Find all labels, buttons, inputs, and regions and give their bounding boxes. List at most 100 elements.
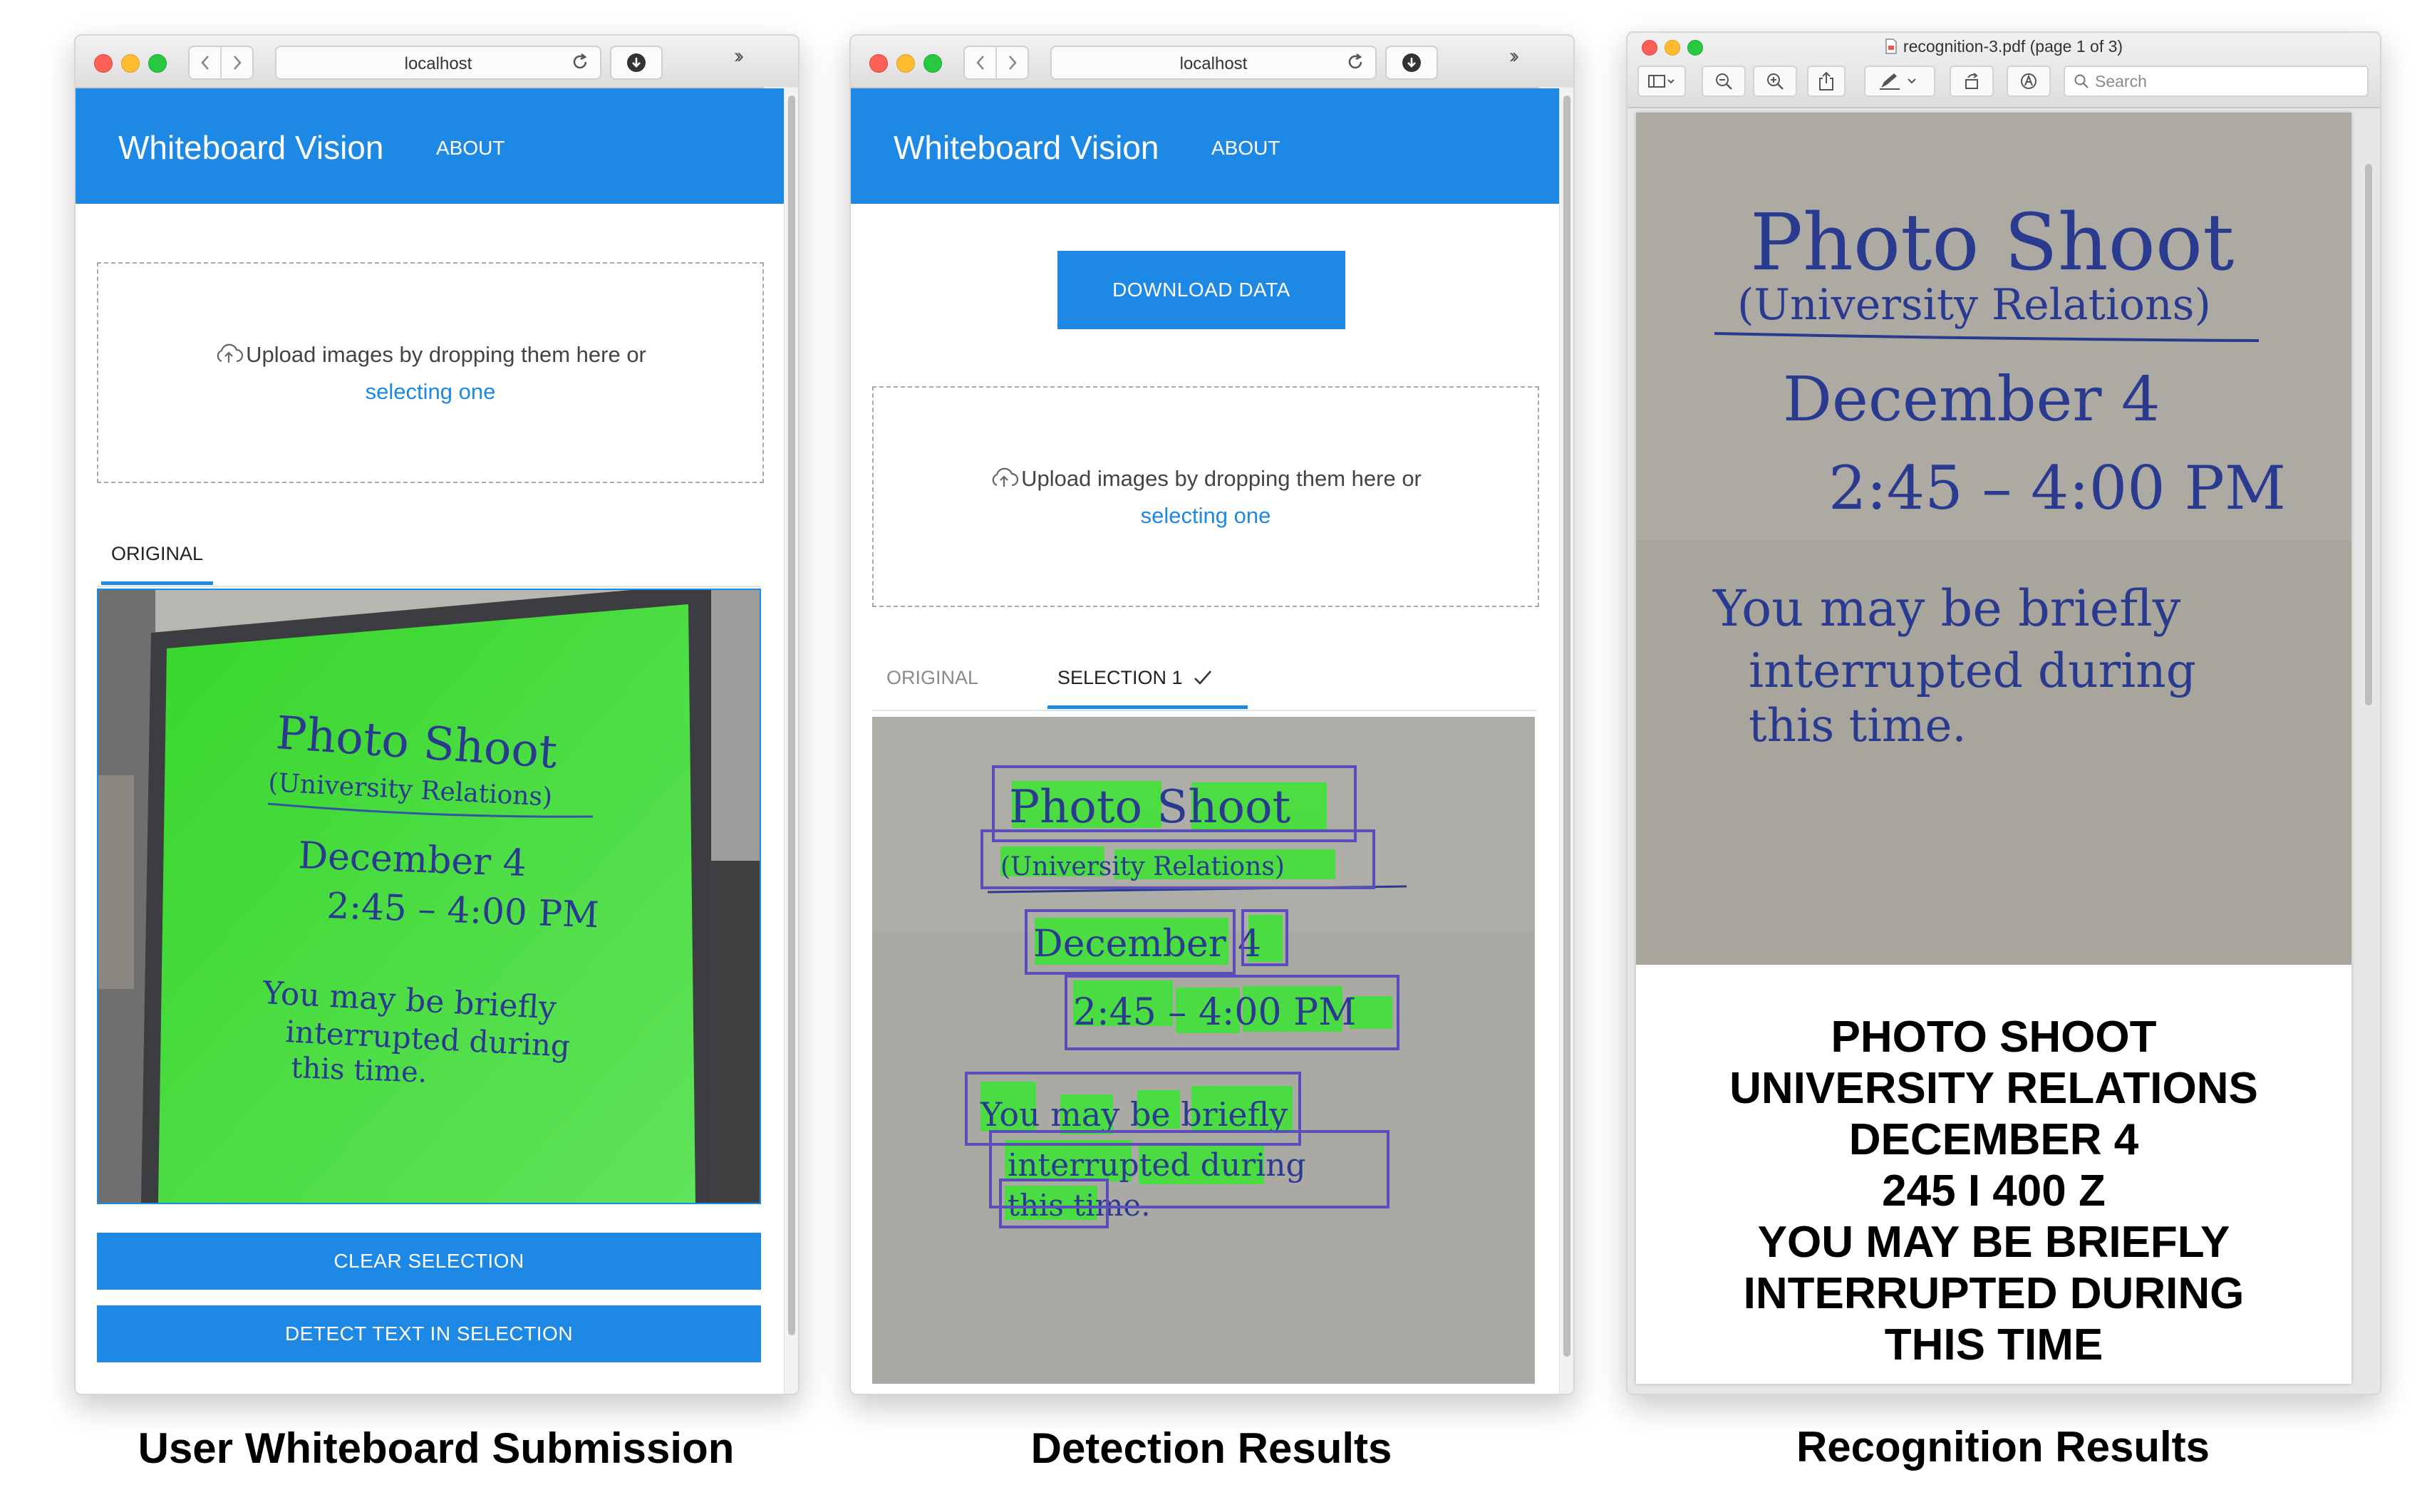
cloud-upload-icon bbox=[217, 343, 244, 363]
pdf-line2: (University Relations) bbox=[1737, 280, 2211, 330]
scrollbar[interactable] bbox=[784, 88, 798, 1394]
annotate-icon bbox=[2021, 73, 2037, 89]
share-icon bbox=[1819, 71, 1833, 90]
share-button[interactable] bbox=[1807, 66, 1846, 97]
rotate-button[interactable] bbox=[1950, 66, 1994, 97]
chevron-right-icon bbox=[233, 56, 242, 70]
pdf-line6: interrupted during bbox=[1749, 643, 2196, 698]
ocr-line: INTERRUPTED DURING bbox=[1743, 1269, 2245, 1318]
browser-window-detection: localhost ›› + Whiteboard Vision ABOUT D… bbox=[849, 34, 1575, 1395]
ocr-line: YOU MAY BE BRIEFLY bbox=[1757, 1218, 2230, 1267]
ocr-line: UNIVERSITY RELATIONS bbox=[1729, 1064, 2258, 1113]
search-placeholder: Search bbox=[2095, 71, 2147, 90]
upload-prompt: Upload images by dropping them here or bbox=[98, 342, 762, 368]
about-link[interactable]: ABOUT bbox=[436, 137, 504, 160]
detect-text-button[interactable]: DETECT TEXT IN SELECTION bbox=[97, 1305, 761, 1362]
tab-bar: ORIGINAL bbox=[97, 543, 761, 587]
scrollbar-thumb[interactable] bbox=[1563, 95, 1570, 1357]
rotate-icon bbox=[1965, 73, 1978, 89]
tab-selection-1[interactable]: SELECTION 1 bbox=[1047, 667, 1248, 709]
upload-prompt-text: Upload images by dropping them here or bbox=[246, 342, 646, 367]
tab-indicator bbox=[101, 581, 214, 585]
checkmark-icon bbox=[1194, 670, 1212, 685]
search-icon bbox=[2074, 74, 2089, 88]
zoom-window-button[interactable] bbox=[148, 54, 167, 73]
caption-detection: Detection Results bbox=[1030, 1424, 1392, 1472]
scrollbar-thumb[interactable] bbox=[2365, 164, 2372, 705]
whiteboard-photo: Photo Shoot (University Relations) Decem… bbox=[98, 590, 760, 1203]
scrollbar-thumb[interactable] bbox=[788, 95, 795, 1335]
download-icon bbox=[627, 53, 646, 72]
upload-dropzone[interactable]: Upload images by dropping them here or s… bbox=[97, 262, 764, 483]
zoom-window-button[interactable] bbox=[923, 54, 942, 73]
pdf-line7: this time. bbox=[1749, 700, 1967, 752]
url-text: localhost bbox=[404, 54, 472, 73]
nav-buttons bbox=[963, 46, 1029, 80]
url-text: localhost bbox=[1179, 54, 1248, 73]
markup-button[interactable] bbox=[1864, 66, 1935, 97]
clear-selection-button[interactable]: CLEAR SELECTION bbox=[97, 1233, 761, 1290]
caption-recognition: Recognition Results bbox=[1796, 1423, 2210, 1471]
close-window-button[interactable] bbox=[869, 54, 888, 73]
pen-icon bbox=[1880, 73, 1916, 90]
tab-original-label: ORIGINAL bbox=[886, 667, 979, 688]
file-title: recognition-3.pdf (page 1 of 3) bbox=[1903, 37, 2123, 56]
download-icon bbox=[1402, 53, 1421, 72]
tab-indicator bbox=[1047, 705, 1248, 709]
reload-icon[interactable] bbox=[1345, 52, 1365, 72]
zoom-in-button[interactable] bbox=[1753, 66, 1797, 97]
brand-title[interactable]: Whiteboard Vision bbox=[894, 128, 1159, 167]
cropped-whiteboard-image: Photo Shoot (University Relations) Decem… bbox=[1636, 113, 2351, 965]
det-line6: interrupted during bbox=[1008, 1147, 1306, 1184]
upload-prompt: Upload images by dropping them here or bbox=[874, 466, 1538, 492]
tab-original[interactable]: ORIGINAL bbox=[101, 543, 214, 585]
zoom-out-button[interactable] bbox=[1702, 66, 1746, 97]
pdf-line1: Photo Shoot bbox=[1750, 197, 2234, 288]
address-bar[interactable]: localhost bbox=[1050, 46, 1377, 80]
more-chevron-icon[interactable]: ›› bbox=[734, 44, 744, 68]
download-data-button[interactable]: DOWNLOAD DATA bbox=[1057, 251, 1345, 329]
tab-selection-label: SELECTION 1 bbox=[1057, 667, 1183, 688]
chevron-left-icon bbox=[200, 56, 209, 70]
forward-button[interactable] bbox=[220, 47, 252, 78]
scrollbar[interactable] bbox=[1559, 88, 1573, 1394]
original-image[interactable]: Photo Shoot (University Relations) Decem… bbox=[97, 589, 761, 1204]
tab-bar: ORIGINAL SELECTION 1 bbox=[872, 667, 1536, 711]
back-button[interactable] bbox=[965, 47, 995, 78]
tab-original[interactable]: ORIGINAL bbox=[886, 667, 978, 689]
detection-image[interactable]: Photo Shoot (University Relations) Decem… bbox=[872, 717, 1535, 1384]
zoom-in-icon bbox=[1767, 73, 1784, 90]
det-line2: (University Relations) bbox=[1000, 852, 1285, 881]
app-bar: Whiteboard Vision ABOUT bbox=[76, 88, 784, 204]
more-chevron-icon[interactable]: ›› bbox=[1509, 44, 1519, 68]
downloads-button[interactable] bbox=[610, 46, 663, 80]
address-bar[interactable]: localhost bbox=[275, 46, 601, 80]
sidebar-icon bbox=[1648, 75, 1675, 88]
scrollbar[interactable] bbox=[2361, 113, 2376, 1384]
window-title: recognition-3.pdf (page 1 of 3) bbox=[1627, 37, 2380, 56]
forward-button[interactable] bbox=[995, 47, 1028, 78]
app-bar: Whiteboard Vision ABOUT bbox=[851, 88, 1559, 204]
upload-dropzone[interactable]: Upload images by dropping them here or s… bbox=[872, 386, 1539, 607]
brand-title[interactable]: Whiteboard Vision bbox=[118, 128, 383, 167]
back-button[interactable] bbox=[190, 47, 220, 78]
browser-window-submission: localhost ›› + Whiteboard Vision ABOUT U… bbox=[74, 34, 799, 1395]
title-bar: localhost ›› bbox=[851, 36, 1573, 88]
title-bar: recognition-3.pdf (page 1 of 3) Search bbox=[1627, 33, 2380, 108]
select-file-link[interactable]: selecting one bbox=[874, 503, 1538, 529]
select-file-link[interactable]: selecting one bbox=[98, 379, 762, 405]
about-link[interactable]: ABOUT bbox=[1211, 137, 1280, 160]
sidebar-toggle-button[interactable] bbox=[1637, 66, 1686, 97]
search-field[interactable]: Search bbox=[2064, 66, 2369, 97]
det-line4: 2:45 – 4:00 PM bbox=[1073, 991, 1356, 1034]
reload-icon[interactable] bbox=[570, 52, 590, 72]
minimize-window-button[interactable] bbox=[121, 54, 140, 73]
pdf-line4: 2:45 – 4:00 PM bbox=[1828, 453, 2286, 523]
pdf-page: Photo Shoot (University Relations) Decem… bbox=[1636, 113, 2351, 1384]
downloads-button[interactable] bbox=[1385, 46, 1438, 80]
zoom-out-icon bbox=[1716, 73, 1732, 90]
minimize-window-button[interactable] bbox=[896, 54, 915, 73]
annotate-button[interactable] bbox=[2007, 66, 2051, 97]
close-window-button[interactable] bbox=[94, 54, 113, 73]
tab-original-label: ORIGINAL bbox=[111, 543, 204, 564]
